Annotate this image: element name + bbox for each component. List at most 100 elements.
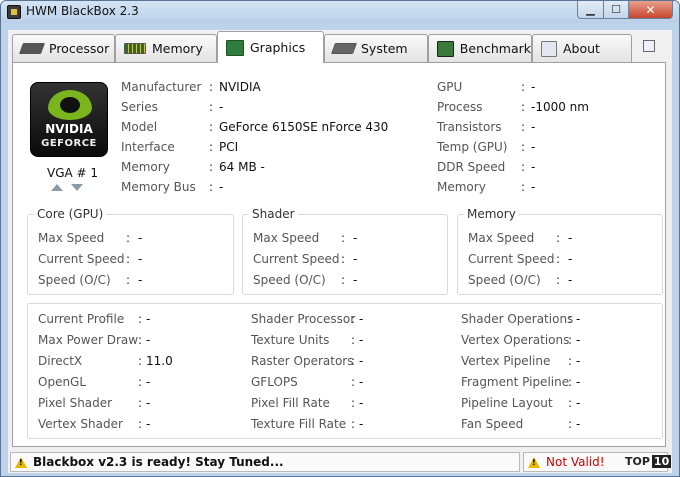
field-value: - [576,333,581,347]
tab-label: Memory [152,41,203,56]
field-value: - [146,417,151,431]
logo-brand: NVIDIA [45,122,93,136]
previous-vga-arrow-icon[interactable] [51,184,63,191]
field-label: Speed (O/C) [253,273,326,287]
field-label: GFLOPS [251,375,298,389]
field-value: GeForce 6150SE nForce 430 [219,120,389,134]
field-label: Memory Bus [121,180,196,194]
field-label: Texture Units [251,333,330,347]
field-separator: : [351,354,356,368]
field-value: NVIDIA [219,80,261,94]
field-value: - [576,396,581,410]
field-value: - [531,120,536,134]
tab-graphics[interactable]: Graphics [217,31,324,63]
field-separator: : [556,231,561,245]
field-separator: : [126,231,131,245]
title-bar[interactable]: HWM BlackBox 2.3 ▁ ☐ ✕ [1,1,679,23]
field-value: - [531,140,536,154]
vga-index: VGA # 1 [47,166,99,180]
field-separator: : [138,396,143,410]
cpu-chip-icon [18,43,46,54]
field-separator: : [568,333,573,347]
tab-about[interactable]: About [532,34,632,62]
field-separator: : [138,333,143,347]
group-core-gpu: Core (GPU) Max Speed: - Current Speed: - Spe… [27,207,234,295]
field-separator: : [521,80,526,94]
field-value: - [219,180,224,194]
field-label: Max Speed [253,231,320,245]
graphics-card-icon [226,39,244,56]
field-label: Transistors [437,120,502,134]
field-label: OpenGL [38,375,87,389]
maximize-icon: ☐ [611,3,621,16]
maximize-button[interactable]: ☐ [603,1,629,19]
field-value: - [359,396,364,410]
field-value: - [576,417,581,431]
tab-processor[interactable]: Processor [12,34,115,62]
group-title: Shader [249,207,298,221]
status-bar: Blackbox v2.3 is ready! Stay Tuned... No… [8,451,672,473]
field-separator: : [209,140,214,154]
about-icon [541,40,557,57]
window-options-icon[interactable] [643,40,655,52]
field-value: - [531,160,536,174]
field-label: Speed (O/C) [38,273,111,287]
field-value: - [359,417,364,431]
field-separator: : [138,417,143,431]
field-label: Vertex Operations [461,333,570,347]
status-message-box: Blackbox v2.3 is ready! Stay Tuned... [10,452,520,472]
memory-module-icon [124,43,146,54]
field-label: Current Speed [468,252,555,266]
tab-label: Processor [49,41,110,56]
window-title: HWM BlackBox 2.3 [26,4,139,18]
field-label: Series [121,100,158,114]
app-icon [7,5,21,19]
field-separator: : [351,312,356,326]
field-separator: : [568,417,573,431]
field-value: - [138,252,143,266]
field-value: - [359,312,364,326]
field-value: - [219,100,224,114]
field-label: Pipeline Layout [461,396,553,410]
field-label: Max Speed [38,231,105,245]
field-label: Fragment Pipeline [461,375,570,389]
field-label: Model [121,120,158,134]
field-label: DDR Speed [437,160,506,174]
field-label: Current Speed [253,252,340,266]
close-button[interactable]: ✕ [628,1,673,19]
field-label: Current Profile [38,312,125,326]
client-area: Processor Memory Graphics System Benchma… [8,30,672,473]
field-separator: : [126,252,131,266]
field-separator: : [521,120,526,134]
tab-benchmark[interactable]: Benchmark [428,34,532,62]
field-label: Raster Operators [251,354,354,368]
tab-system[interactable]: System [324,34,428,62]
field-value: - [531,80,536,94]
top10-badge-number: 10 [651,455,672,468]
minimize-button[interactable]: ▁ [577,1,604,19]
field-value: PCI [219,140,239,154]
field-value: - [138,231,143,245]
tab-memory[interactable]: Memory [115,34,217,62]
field-value: - [353,231,358,245]
field-label: Max Speed [468,231,535,245]
warning-icon [15,456,27,468]
field-separator: : [209,120,214,134]
field-separator: : [351,375,356,389]
group-title: Memory [464,207,519,221]
next-vga-arrow-icon[interactable] [71,184,83,191]
field-separator: : [209,180,214,194]
field-label: Shader Processor [251,312,356,326]
field-separator: : [351,396,356,410]
field-value: 11.0 [146,354,173,368]
field-label: Memory [437,180,486,194]
top10-badge-text: TOP [625,455,650,468]
field-value: -1000 nm [531,100,589,114]
tab-label: Graphics [250,40,306,55]
field-separator: : [351,333,356,347]
field-value: - [353,252,358,266]
field-separator: : [341,273,346,287]
field-label: Pixel Shader [38,396,113,410]
field-separator: : [521,140,526,154]
field-value: - [146,333,151,347]
